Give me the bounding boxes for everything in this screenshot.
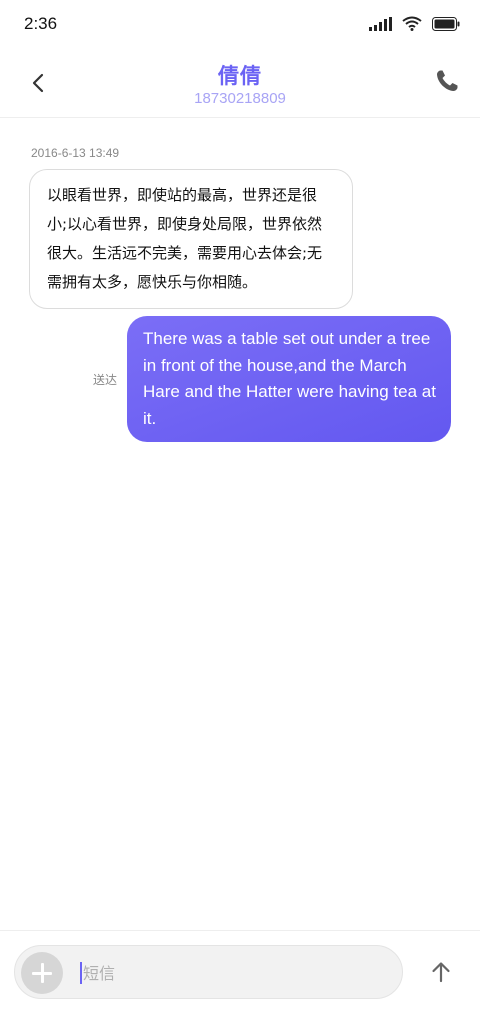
- text-cursor: [80, 962, 82, 984]
- message-timestamp: 2016-6-13 13:49: [31, 146, 120, 160]
- outgoing-message-bubble[interactable]: There was a table set out under a tree i…: [127, 316, 451, 442]
- incoming-message-text: 以眼看世界，即使站的最高，世界还是很小;以心看世界，即使身处局限，世界依然很大。…: [47, 186, 323, 291]
- composer-bar: [0, 930, 480, 1013]
- contact-title: 倩倩 18730218809: [0, 60, 480, 107]
- status-bar: 2:36: [0, 0, 480, 52]
- battery-icon: [432, 16, 460, 31]
- composer-box: [14, 945, 403, 999]
- status-time: 2:36: [24, 14, 58, 33]
- contact-number: 18730218809: [194, 90, 286, 107]
- contact-name: 倩倩: [218, 64, 262, 88]
- call-button[interactable]: [432, 66, 462, 96]
- outgoing-message-text: There was a table set out under a tree i…: [143, 329, 436, 428]
- phone-icon: [437, 70, 458, 91]
- conversation-header: 倩倩 18730218809: [0, 52, 480, 118]
- status-icons: [369, 16, 460, 31]
- delivery-status: 送达: [93, 373, 118, 387]
- arrow-up-icon: [432, 962, 450, 983]
- incoming-message-bubble[interactable]: 以眼看世界，即使站的最高，世界还是很小;以心看世界，即使身处局限，世界依然很大。…: [29, 169, 353, 309]
- add-attachment-button[interactable]: [21, 952, 63, 994]
- messaging-screen: 2:36 倩倩 18730218809 2016-6-13 13:49 以眼看世…: [0, 0, 480, 1013]
- wifi-icon: [402, 16, 422, 31]
- signal-icon: [369, 16, 392, 31]
- send-button[interactable]: [426, 957, 456, 987]
- sms-input[interactable]: [83, 956, 383, 990]
